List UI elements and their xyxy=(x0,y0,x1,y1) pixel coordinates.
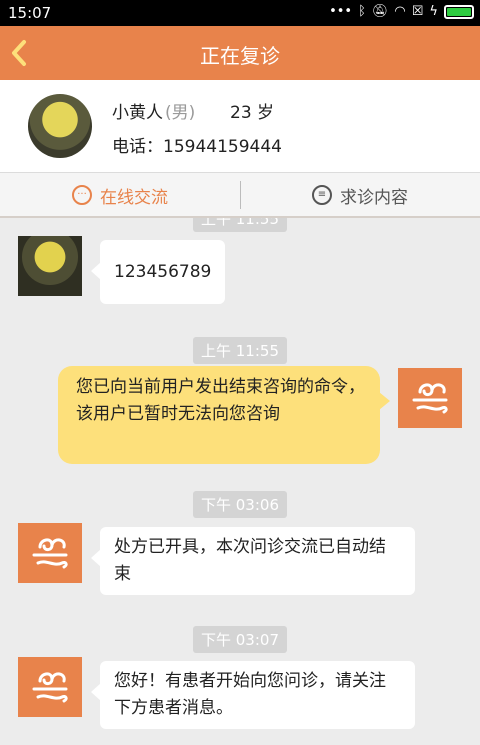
message-text: 处方已开具，本次问诊交流已自动结束 xyxy=(114,537,386,584)
doctor-chat-avatar[interactable] xyxy=(398,368,462,428)
patient-phone[interactable]: 电话：15944159444 xyxy=(112,132,282,157)
list-icon: ≡ xyxy=(312,185,332,205)
tab-label: 在线交流 xyxy=(100,187,168,208)
wifi-icon: ◠ xyxy=(394,4,406,19)
patient-card: 小黄人 (男) 23 岁 电话：15944159444 xyxy=(0,80,480,172)
patient-gender: (男) xyxy=(165,103,196,123)
sim-off-icon: ☒ xyxy=(411,4,424,19)
patient-name: 小黄人 xyxy=(112,103,163,123)
patient-name-line: 小黄人 (男) xyxy=(112,98,195,123)
cloud-logo-icon xyxy=(32,538,68,569)
app-bar: 正在复诊 xyxy=(0,26,480,80)
charging-icon: ϟ xyxy=(429,4,438,19)
status-bar: 15:07 ••• ᛒ 🔕︎ ◠ ☒ ϟ xyxy=(0,0,480,26)
chat-bubble-icon: ··· xyxy=(72,185,92,205)
doctor-chat-avatar[interactable] xyxy=(18,523,82,583)
timestamp-text: 上午 11:55 xyxy=(193,337,287,364)
tab-online-chat[interactable]: ··· 在线交流 xyxy=(0,173,240,217)
status-time: 15:07 xyxy=(8,4,52,22)
tab-consult-content[interactable]: ≡ 求诊内容 xyxy=(240,173,480,217)
doctor-chat-avatar[interactable] xyxy=(18,657,82,717)
received-message-bubble[interactable]: 123456789 xyxy=(91,240,225,304)
received-message-bubble[interactable]: 您好！有患者开始向您问诊，请关注下方患者消息。 xyxy=(91,661,415,729)
cloud-logo-icon xyxy=(32,672,68,703)
sent-message-bubble[interactable]: 您已向当前用户发出结束咨询的命令，该用户已暂时无法向您咨询 xyxy=(58,366,390,464)
tab-label: 求诊内容 xyxy=(340,187,408,208)
battery-icon xyxy=(444,4,474,19)
page-title: 正在复诊 xyxy=(200,44,280,68)
tab-bar: ··· 在线交流 ≡ 求诊内容 xyxy=(0,172,480,218)
received-message-bubble[interactable]: 处方已开具，本次问诊交流已自动结束 xyxy=(91,527,415,595)
patient-chat-avatar[interactable] xyxy=(18,236,82,296)
message-text: 您好！有患者开始向您问诊，请关注下方患者消息。 xyxy=(114,671,386,718)
timestamp-text: 下午 03:06 xyxy=(193,491,287,518)
message-text: 您已向当前用户发出结束咨询的命令，该用户已暂时无法向您咨询 xyxy=(76,377,365,424)
status-icons: ••• ᛒ 🔕︎ ◠ ☒ ϟ xyxy=(329,4,474,19)
bluetooth-icon: ᛒ xyxy=(358,4,366,19)
message-timestamp: 上午 11:55 xyxy=(0,337,480,364)
timestamp-text: 下午 03:07 xyxy=(193,626,287,653)
cloud-logo-icon xyxy=(412,383,448,414)
message-timestamp: 下午 03:07 xyxy=(0,626,480,653)
patient-age: 23 岁 xyxy=(230,103,275,123)
dots-icon: ••• xyxy=(329,4,353,19)
message-text: 123456789 xyxy=(114,262,212,282)
mute-icon: 🔕︎ xyxy=(371,4,389,19)
message-timestamp: 下午 03:06 xyxy=(0,491,480,518)
patient-avatar[interactable] xyxy=(28,94,92,158)
